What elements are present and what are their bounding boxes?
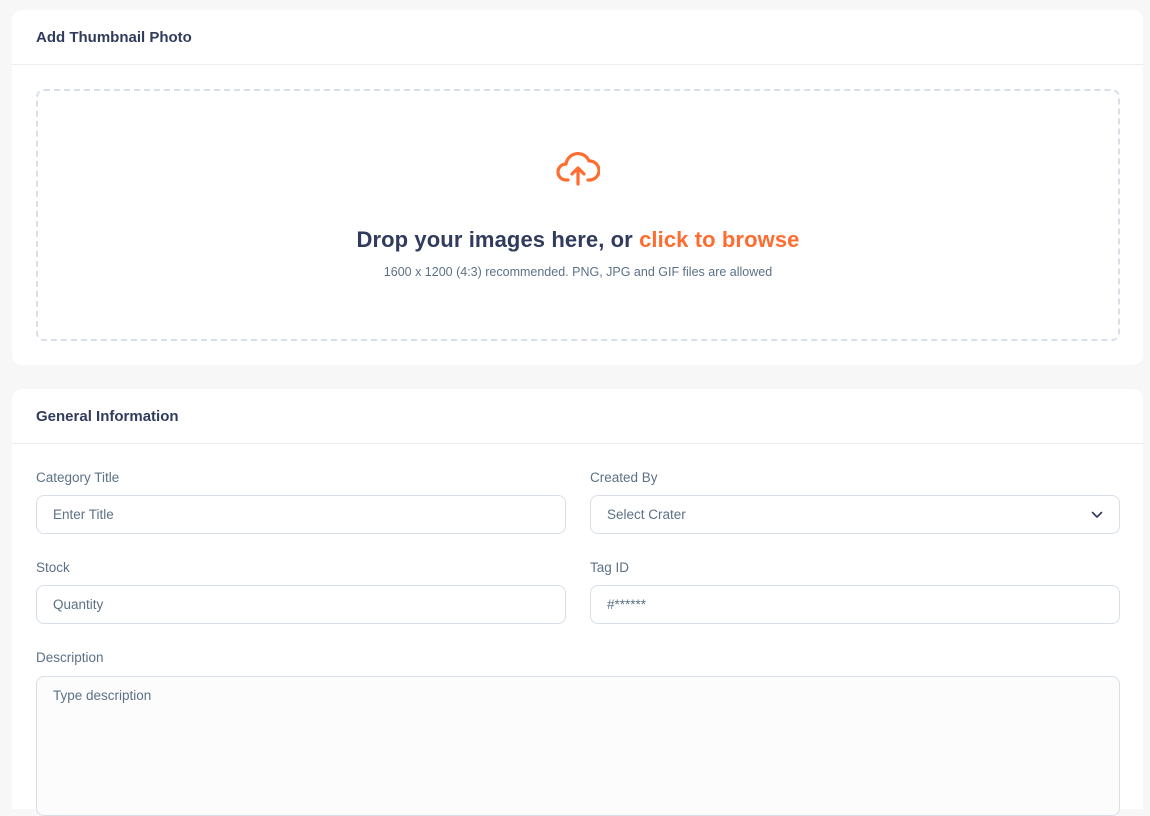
tag-id-input[interactable] [590,585,1120,624]
thumbnail-card-header: Add Thumbnail Photo [12,10,1143,65]
stock-label: Stock [36,560,70,575]
chevron-down-icon [1091,511,1103,518]
description-textarea[interactable] [36,676,1120,816]
category-title-input[interactable] [36,495,566,534]
thumbnail-card-title: Add Thumbnail Photo [36,28,192,46]
stock-input[interactable] [36,585,566,624]
image-dropzone[interactable]: Drop your images here, or click to brows… [36,89,1120,341]
general-information-card: General Information Category Title Creat… [12,389,1143,816]
general-card-title: General Information [36,407,179,425]
tag-id-label: Tag ID [590,560,630,575]
category-title-label: Category Title [36,470,120,485]
general-card-header: General Information [12,389,1143,444]
created-by-select[interactable]: Select Crater [590,495,1120,534]
dropzone-text-prefix: Drop your images here, or [356,227,640,252]
dropzone-hint: 1600 x 1200 (4:3) recommended. PNG, JPG … [383,265,773,279]
browse-link[interactable]: click to browse [639,227,799,252]
dropzone-text: Drop your images here, or click to brows… [356,227,799,253]
description-label: Description [36,650,104,665]
thumbnail-card: Add Thumbnail Photo Drop your images her… [12,10,1143,365]
created-by-label: Created By [590,470,658,485]
created-by-selected-value: Select Crater [607,507,686,522]
cloud-upload-icon [556,151,600,186]
